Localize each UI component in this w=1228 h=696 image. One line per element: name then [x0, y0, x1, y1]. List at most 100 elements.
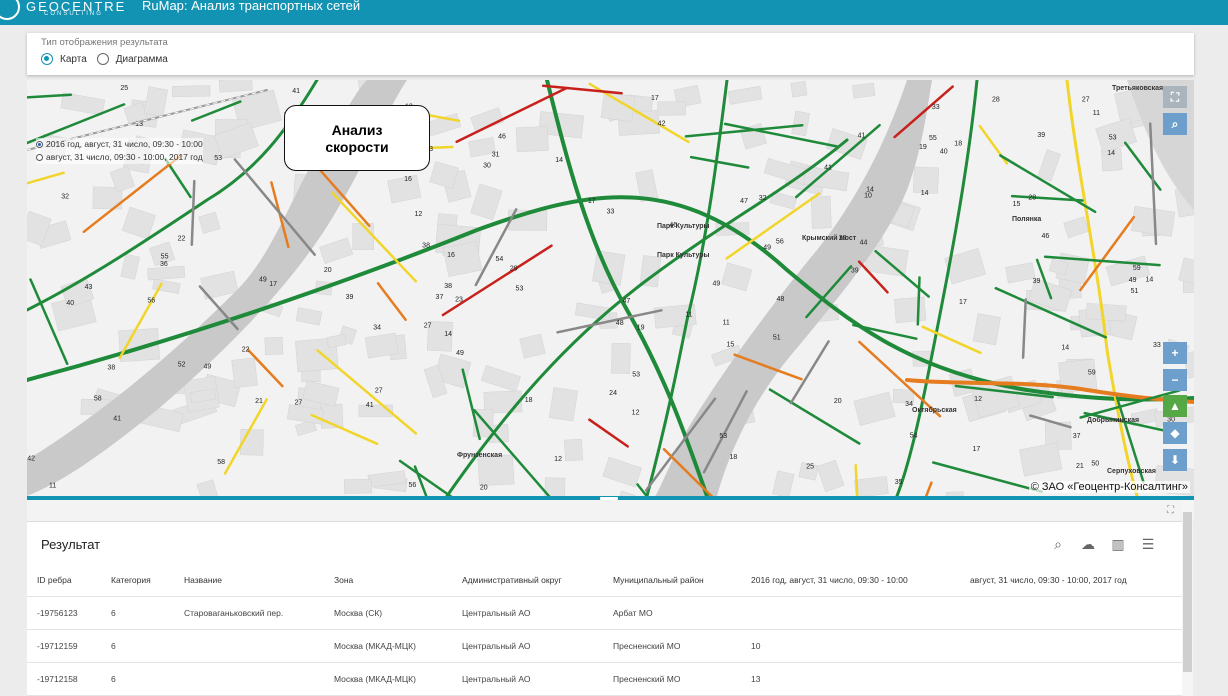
- col-period-2016[interactable]: 2016 год, август, 31 число, 09:30 - 10:0…: [741, 564, 960, 597]
- building-block: [326, 333, 347, 349]
- table-cell: -19712158: [27, 662, 101, 696]
- speed-label: 18: [730, 454, 738, 461]
- speed-label: 49: [456, 350, 464, 357]
- road-segment: [461, 368, 481, 441]
- table-row[interactable]: -19756123 6 Староваганьковский пер. Москва …: [27, 596, 1182, 630]
- zoom-in-icon[interactable]: +: [1163, 342, 1187, 364]
- speed-map[interactable]: 14 43 37 18 55 20 33 16 39 22 38 56 48 34 36 23 17 39 59 49…: [27, 80, 1194, 496]
- table-cell: Москва (МКАД-МЦК): [324, 662, 452, 696]
- building-block: [1037, 149, 1061, 182]
- col-municipal-district[interactable]: Муниципальный район: [603, 564, 741, 597]
- speed-label: 18: [954, 141, 962, 148]
- col-name[interactable]: Название: [174, 564, 324, 597]
- table-cell: [741, 596, 960, 630]
- speed-label: 22: [242, 346, 250, 353]
- table-cell: Пресненский МО: [603, 662, 741, 696]
- building-block: [611, 342, 631, 374]
- speed-label: 49: [763, 244, 771, 251]
- table-cell: [960, 662, 1182, 696]
- cloud-download-icon[interactable]: ☁: [1080, 536, 1096, 552]
- building-block: [480, 365, 521, 393]
- speed-label: 25: [120, 85, 128, 92]
- layer-option-2017[interactable]: август, 31 число, 09:30 - 10:00, 2017 го…: [36, 151, 203, 164]
- speed-label: 41: [824, 164, 832, 171]
- table-cell: Центральный АО: [452, 662, 603, 696]
- building-block: [790, 80, 808, 98]
- map-layer-switch: 2016 год, август, 31 число, 09:30 - 10:0…: [36, 138, 203, 164]
- mode-option-map[interactable]: Карта: [41, 53, 87, 65]
- download-icon[interactable]: ⬇: [1163, 449, 1187, 471]
- table-cell: -19756123: [27, 596, 101, 630]
- layer-radio-2016[interactable]: [36, 141, 43, 148]
- building-block: [352, 223, 374, 250]
- speed-label: 36: [160, 261, 168, 268]
- speed-label: 58: [94, 395, 102, 402]
- table-cell: [960, 596, 1182, 630]
- layers-icon[interactable]: ◆: [1163, 422, 1187, 444]
- col-edge-id[interactable]: ID ребра: [27, 564, 101, 597]
- building-block: [810, 195, 832, 229]
- speed-label: 15: [726, 342, 734, 349]
- filter-icon[interactable]: ☰: [1140, 536, 1156, 552]
- speed-label: 53: [214, 155, 222, 162]
- radio-map[interactable]: [41, 53, 53, 65]
- speed-label: 41: [858, 132, 866, 139]
- expand-icon[interactable]: ⛶: [1167, 505, 1174, 516]
- building-block: [894, 296, 927, 323]
- table-cell: 6: [101, 662, 174, 696]
- road-segment: [789, 340, 830, 405]
- road-segment: [588, 418, 629, 448]
- road-segment: [413, 465, 428, 496]
- speed-label: 21: [255, 398, 263, 405]
- layer-radio-2017[interactable]: [36, 154, 43, 161]
- speed-label: 33: [932, 104, 940, 111]
- speed-label: 17: [269, 281, 277, 288]
- speed-label: 27: [295, 400, 303, 407]
- table-cell: Староваганьковский пер.: [174, 596, 324, 630]
- radio-diagram[interactable]: [96, 53, 109, 65]
- speed-label: 39: [1033, 278, 1041, 285]
- table-row[interactable]: -19712158 6 Москва (МКАД-МЦК) Центральный А…: [27, 662, 1182, 696]
- building-block: [147, 265, 186, 281]
- speed-label: 12: [554, 456, 562, 463]
- results-scrollbar[interactable]: [1183, 512, 1192, 672]
- search-icon[interactable]: ⌕: [1050, 536, 1066, 552]
- speed-label: 18: [525, 397, 533, 404]
- results-toolbar-strip: ⛶: [27, 500, 1194, 522]
- building-block: [1005, 262, 1036, 284]
- speed-label: 11: [49, 483, 56, 490]
- col-zone[interactable]: Зона: [324, 564, 452, 597]
- speed-label: 41: [292, 88, 300, 95]
- speed-label: 39: [346, 294, 354, 301]
- route-icon[interactable]: ▲: [1163, 395, 1187, 417]
- table-cell: Центральный АО: [452, 596, 603, 630]
- table-row[interactable]: -19712159 6 Москва (МКАД-МЦК) Центральный А…: [27, 629, 1182, 663]
- zoom-out-icon[interactable]: −: [1163, 369, 1187, 391]
- road-segment: [310, 413, 379, 446]
- results-title: Результат: [41, 537, 101, 552]
- col-admin-district[interactable]: Административный округ: [452, 564, 603, 597]
- fullscreen-icon[interactable]: ⛶: [1163, 86, 1187, 108]
- mode-option-diagram[interactable]: Диаграмма: [96, 53, 168, 65]
- speed-label: 37: [1073, 433, 1081, 440]
- col-category[interactable]: Категория: [101, 564, 174, 597]
- place-label: Парк Культуры: [657, 223, 710, 230]
- speed-label: 49: [259, 277, 267, 284]
- speed-label: 33: [607, 209, 615, 216]
- layer-option-2016[interactable]: 2016 год, август, 31 число, 09:30 - 10:0…: [36, 138, 203, 151]
- building-block: [364, 332, 399, 359]
- speed-label: 58: [217, 459, 225, 466]
- speed-analysis-callout: Анализ скорости: [284, 105, 430, 171]
- speed-label: 32: [759, 195, 767, 202]
- building-block: [816, 459, 845, 493]
- road-segment: [474, 208, 518, 287]
- table-cell: Центральный АО: [452, 629, 603, 663]
- col-period-2017[interactable]: август, 31 число, 09:30 - 10:00, 2017 го…: [960, 564, 1182, 597]
- table-cell: -19712159: [27, 629, 101, 663]
- table-cell: 13: [741, 662, 960, 696]
- speed-label: 23: [455, 297, 463, 304]
- columns-icon[interactable]: ▥: [1110, 536, 1126, 552]
- place-label: Третьяковская: [1112, 85, 1163, 92]
- zoom-search-icon[interactable]: ⌕: [1163, 113, 1187, 135]
- speed-label: 51: [773, 335, 781, 342]
